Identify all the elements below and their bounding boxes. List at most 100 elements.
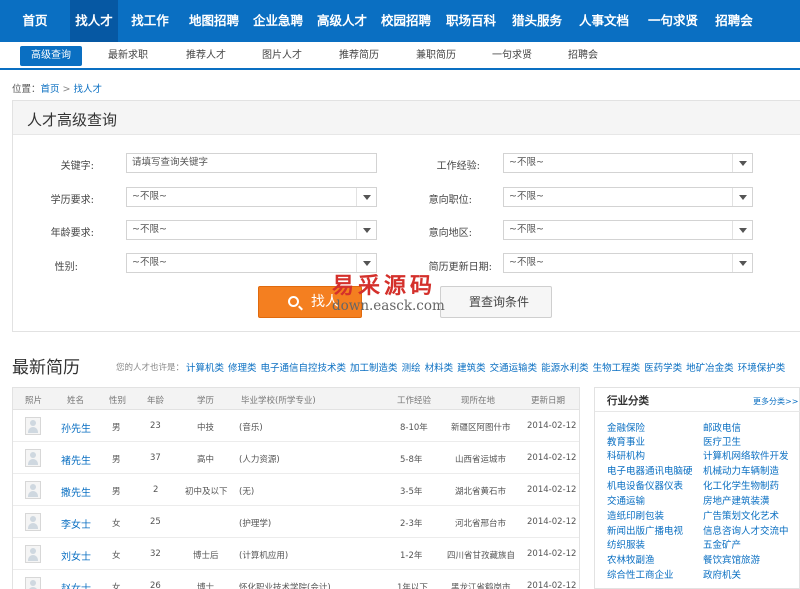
industry-link[interactable]: 机电设备仪器仪表 [607, 478, 683, 492]
nav-item-urgent-hiring[interactable]: 企业急聘 [246, 0, 310, 42]
subnav-job-fair[interactable]: 招聘会 [568, 46, 598, 66]
industry-link[interactable]: 纺织服装 [607, 537, 645, 551]
table-row[interactable]: 撒先生 男 2 初中及以下 (无) 3-5年 湖北省黄石市 2014-02-12 [13, 474, 579, 506]
subnav-advanced-search[interactable]: 高级查询 [20, 46, 82, 66]
nav-item-find-job[interactable]: 找工作 [118, 0, 182, 42]
industry-link[interactable]: 电子电器通讯电脑硬 [607, 463, 693, 477]
category-link[interactable]: 能源水利类 [541, 363, 589, 374]
avatar[interactable] [25, 545, 41, 563]
chevron-down-icon[interactable] [356, 188, 376, 206]
subnav-photo-talent[interactable]: 图片人才 [262, 46, 302, 66]
position-select[interactable]: ~不限~ [503, 187, 753, 207]
industry-link[interactable]: 计算机网络软件开发 [703, 448, 789, 462]
avatar[interactable] [25, 449, 41, 467]
resume-name-link[interactable]: 孙先生 [61, 420, 91, 435]
chevron-down-icon[interactable] [356, 221, 376, 239]
education-select[interactable]: ~不限~ [126, 187, 377, 207]
nav-item-job-fair[interactable]: 招聘会 [708, 0, 760, 42]
chevron-down-icon[interactable] [732, 188, 752, 206]
cell-school: (人力资源) [239, 455, 280, 465]
industry-link[interactable]: 邮政电信 [703, 420, 741, 434]
nav-item-one-line-hire[interactable]: 一句求贤 [638, 0, 708, 42]
keyword-input[interactable]: 请填写查询关键字 [126, 153, 377, 173]
industry-link[interactable]: 房地产建筑装潢 [703, 493, 770, 507]
nav-item-headhunter[interactable]: 猎头服务 [504, 0, 570, 42]
category-link[interactable]: 医药学类 [644, 363, 682, 374]
industry-link[interactable]: 教育事业 [607, 434, 645, 448]
table-row[interactable]: 李女士 女 25 (护理学) 2-3年 河北省邢台市 2014-02-12 [13, 506, 579, 538]
category-link[interactable]: 环境保护类 [738, 363, 786, 374]
category-link[interactable]: 交通运输类 [490, 363, 538, 374]
category-link[interactable]: 地矿冶金类 [686, 363, 734, 374]
search-button-label: 找人 [311, 294, 339, 310]
industry-link[interactable]: 金融保险 [607, 420, 645, 434]
industry-link[interactable]: 综合性工商企业 [607, 567, 674, 581]
industry-link[interactable]: 餐饮宾馆旅游 [703, 552, 760, 566]
industry-link[interactable]: 新闻出版广播电视 [607, 523, 683, 537]
industry-link[interactable]: 信息咨询人才交流中 [703, 523, 789, 537]
industry-link[interactable]: 科研机构 [607, 448, 645, 462]
search-button[interactable]: 找人 [258, 286, 362, 318]
cell-date: 2014-02-12 [527, 581, 577, 589]
category-link[interactable]: 电子通信自控技术类 [261, 363, 347, 374]
industry-link[interactable]: 化工化学生物制药 [703, 478, 779, 492]
updated-date-select[interactable]: ~不限~ [503, 253, 753, 273]
gender-select[interactable]: ~不限~ [126, 253, 377, 273]
subnav-recommended-talent[interactable]: 推荐人才 [186, 46, 226, 66]
nav-item-home[interactable]: 首页 [0, 0, 70, 42]
category-link[interactable]: 加工制造类 [350, 363, 398, 374]
resume-name-link[interactable]: 刘女士 [61, 548, 91, 563]
avatar[interactable] [25, 417, 41, 435]
category-link[interactable]: 建筑类 [457, 363, 486, 374]
industry-link[interactable]: 造纸印刷包装 [607, 508, 664, 522]
reset-button[interactable]: 置查询条件 [440, 286, 552, 318]
industry-link[interactable]: 政府机关 [703, 567, 741, 581]
resume-name-link[interactable]: 李女士 [61, 516, 91, 531]
nav-item-hr-docs[interactable]: 人事文档 [570, 0, 638, 42]
region-select[interactable]: ~不限~ [503, 220, 753, 240]
category-link[interactable]: 计算机类 [186, 363, 224, 374]
cell-date: 2014-02-12 [527, 485, 577, 495]
category-link[interactable]: 生物工程类 [593, 363, 641, 374]
category-link[interactable]: 测绘 [402, 363, 421, 374]
chevron-down-icon[interactable] [356, 254, 376, 272]
nav-item-career-wiki[interactable]: 职场百科 [438, 0, 504, 42]
breadcrumb-home-link[interactable]: 首页 [41, 84, 60, 95]
subnav-recommended-resumes[interactable]: 推荐简历 [339, 46, 379, 66]
chevron-down-icon[interactable] [732, 154, 752, 172]
industry-link[interactable]: 交通运输 [607, 493, 645, 507]
subnav-latest-jobseekers[interactable]: 最新求职 [108, 46, 148, 66]
industry-link[interactable]: 农林牧副渔 [607, 552, 655, 566]
age-select[interactable]: ~不限~ [126, 220, 377, 240]
industry-link[interactable]: 机械动力车辆制造 [703, 463, 779, 477]
nav-item-campus-recruit[interactable]: 校园招聘 [374, 0, 438, 42]
talent-hint: 您的人才也许是： [116, 363, 185, 373]
avatar[interactable] [25, 577, 41, 589]
more-categories-link[interactable]: 更多分类>> [753, 396, 798, 407]
industry-link[interactable]: 医疗卫生 [703, 434, 741, 448]
breadcrumb-current[interactable]: 找人才 [74, 84, 103, 95]
cell-date: 2014-02-12 [527, 549, 577, 559]
category-link[interactable]: 修理类 [228, 363, 257, 374]
table-row[interactable]: 刘女士 女 32 博士后 (计算机应用) 1-2年 四川省甘孜藏族自 2014-… [13, 538, 579, 570]
chevron-down-icon[interactable] [732, 221, 752, 239]
table-row[interactable]: 孙先生 男 23 中技 (音乐) 8-10年 新疆区阿图什市 2014-02-1… [13, 410, 579, 442]
nav-item-find-talent[interactable]: 找人才 [70, 0, 118, 42]
table-row[interactable]: 赵女士 女 26 博士 怀化职业技术学院(会计) 1年以下 黑龙江省鹤岗市 20… [13, 570, 579, 589]
avatar[interactable] [25, 481, 41, 499]
column-header: 姓名 [67, 396, 85, 406]
table-row[interactable]: 褚先生 男 37 高中 (人力资源) 5-8年 山西省运城市 2014-02-1… [13, 442, 579, 474]
chevron-down-icon[interactable] [732, 254, 752, 272]
resume-name-link[interactable]: 撒先生 [61, 484, 91, 499]
resume-name-link[interactable]: 赵女士 [61, 580, 91, 589]
experience-select[interactable]: ~不限~ [503, 153, 753, 173]
nav-item-map-recruit[interactable]: 地图招聘 [182, 0, 246, 42]
subnav-one-line-hire[interactable]: 一句求贤 [492, 46, 532, 66]
avatar[interactable] [25, 513, 41, 531]
resume-name-link[interactable]: 褚先生 [61, 452, 91, 467]
industry-link[interactable]: 广告策划文化艺术 [703, 508, 779, 522]
category-link[interactable]: 材料类 [425, 363, 454, 374]
subnav-parttime-resumes[interactable]: 兼职简历 [416, 46, 456, 66]
nav-item-senior-talent[interactable]: 高级人才 [310, 0, 374, 42]
industry-link[interactable]: 五金矿产 [703, 537, 741, 551]
